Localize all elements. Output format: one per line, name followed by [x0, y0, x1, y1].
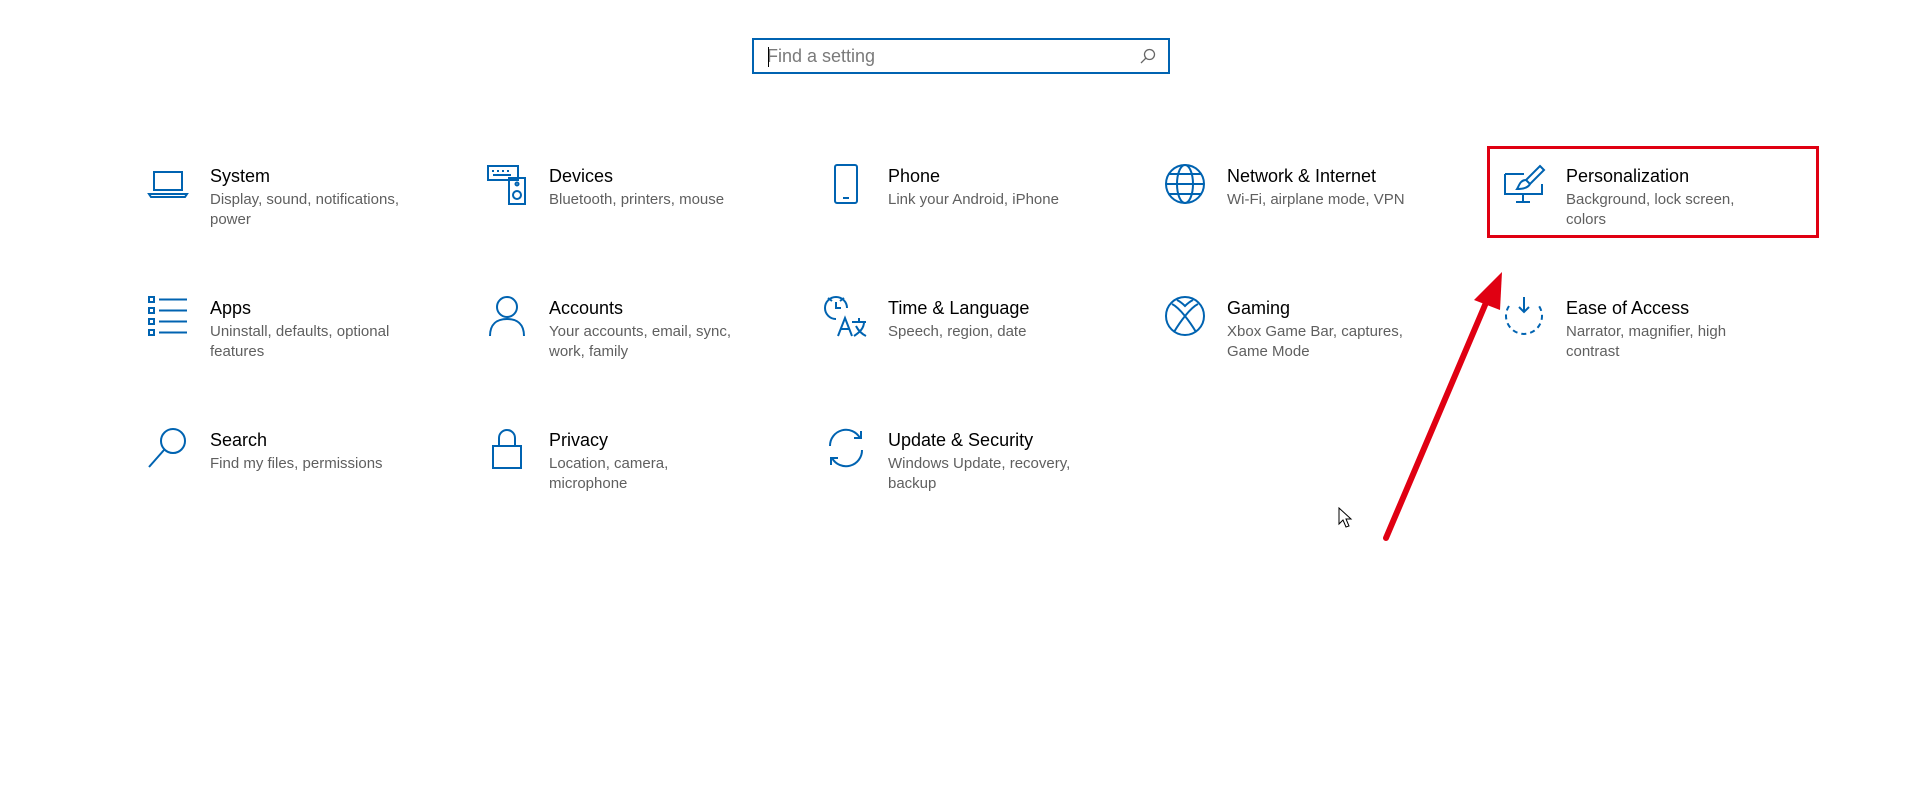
tile-description: Xbox Game Bar, captures, Game Mode: [1227, 323, 1403, 360]
tile-privacy[interactable]: Privacy Location, camera, microphone: [477, 414, 816, 546]
tile-title: Network & Internet: [1227, 166, 1377, 186]
tile-description: Location, camera, microphone: [549, 455, 669, 492]
tile-title: System: [210, 166, 271, 186]
time-language-icon: [824, 294, 872, 342]
tile-accounts[interactable]: Accounts Your accounts, email, sync, wor…: [477, 282, 816, 414]
tile-description: Display, sound, notifications, power: [210, 191, 399, 228]
lock-icon: [485, 426, 533, 474]
tile-title: Privacy: [549, 430, 609, 450]
tile-title: Gaming: [1227, 298, 1291, 318]
tile-update-security[interactable]: Update & Security Windows Update, recove…: [816, 414, 1155, 546]
tile-time-language[interactable]: Time & Language Speech, region, date: [816, 282, 1155, 414]
tile-title: Ease of Access: [1566, 298, 1690, 318]
tile-title: Update & Security: [888, 430, 1034, 450]
tile-description: Find my files, permissions: [210, 455, 383, 472]
tile-title: Time & Language: [888, 298, 1030, 318]
tile-title: Accounts: [549, 298, 624, 318]
phone-icon: [824, 162, 872, 210]
person-icon: [485, 294, 533, 342]
tile-description: Background, lock screen, colors: [1566, 191, 1735, 228]
magnifier-icon: [146, 426, 194, 474]
tile-title: Apps: [210, 298, 252, 318]
search-box[interactable]: [752, 38, 1170, 74]
tile-gaming[interactable]: Gaming Xbox Game Bar, captures, Game Mod…: [1155, 282, 1494, 414]
tile-apps[interactable]: Apps Uninstall, defaults, optional featu…: [138, 282, 477, 414]
globe-icon: [1163, 162, 1211, 210]
tile-description: Your accounts, email, sync, work, family: [549, 323, 732, 360]
laptop-icon: [146, 162, 194, 210]
settings-grid: System Display, sound, notifications, po…: [138, 150, 1833, 546]
tile-description: Uninstall, defaults, optional features: [210, 323, 390, 360]
tile-title: Search: [210, 430, 268, 450]
tile-description: Narrator, magnifier, high contrast: [1566, 323, 1727, 360]
tile-description: Windows Update, recovery, backup: [888, 455, 1071, 492]
ease-of-access-icon: [1502, 294, 1550, 342]
tile-search[interactable]: Search Find my files, permissions: [138, 414, 477, 546]
tile-title: Devices: [549, 166, 614, 186]
tile-description: Link your Android, iPhone: [888, 191, 1059, 208]
tile-title: Phone: [888, 166, 941, 186]
tile-description: Wi-Fi, airplane mode, VPN: [1227, 191, 1405, 208]
tile-network-internet[interactable]: Network & Internet Wi-Fi, airplane mode,…: [1155, 150, 1494, 282]
search-icon[interactable]: [1138, 46, 1158, 66]
tile-description: Bluetooth, printers, mouse: [549, 191, 725, 208]
paintbrush-icon: [1502, 162, 1550, 210]
tile-personalization[interactable]: Personalization Background, lock screen,…: [1494, 150, 1833, 282]
tile-description: Speech, region, date: [888, 323, 1027, 340]
tile-devices[interactable]: Devices Bluetooth, printers, mouse: [477, 150, 816, 282]
tile-system[interactable]: System Display, sound, notifications, po…: [138, 150, 477, 282]
tile-title: Personalization: [1566, 166, 1690, 186]
tile-phone[interactable]: Phone Link your Android, iPhone: [816, 150, 1155, 282]
xbox-icon: [1163, 294, 1211, 342]
search-input[interactable]: [754, 40, 1138, 72]
mouse-cursor-icon: [1338, 507, 1353, 528]
text-caret: [768, 47, 769, 67]
tile-ease-of-access[interactable]: Ease of Access Narrator, magnifier, high…: [1494, 282, 1833, 414]
devices-icon: [485, 162, 533, 210]
sync-arrows-icon: [824, 426, 872, 474]
apps-list-icon: [146, 294, 194, 342]
